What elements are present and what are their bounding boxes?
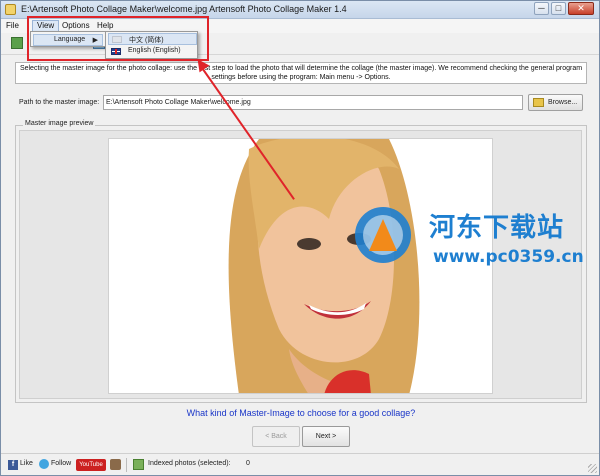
twitter-icon[interactable] bbox=[39, 459, 49, 469]
language-option-label: 中文 (简体) bbox=[129, 37, 164, 44]
submenu-arrow-icon: ▶ bbox=[92, 37, 98, 44]
watermark-url: www.pc0359.cn bbox=[433, 247, 584, 267]
browse-label: Browse... bbox=[548, 99, 578, 106]
indexed-photos-label: Indexed photos (selected): bbox=[148, 460, 231, 467]
title-bar[interactable]: E:\Artensoft Photo Collage Maker\welcome… bbox=[1, 1, 599, 19]
language-option-chinese[interactable]: 中文 (简体) bbox=[108, 33, 197, 45]
app-icon bbox=[5, 4, 16, 15]
window-controls: ─ □ ✕ bbox=[534, 2, 594, 15]
minimize-button[interactable]: ─ bbox=[534, 2, 549, 15]
window-title: E:\Artensoft Photo Collage Maker\welcome… bbox=[21, 4, 347, 14]
instructions-panel: Selecting the master image for the photo… bbox=[15, 62, 587, 84]
resize-grip[interactable] bbox=[588, 464, 597, 473]
master-image-help-link[interactable]: What kind of Master-Image to choose for … bbox=[1, 408, 600, 418]
menu-help[interactable]: Help bbox=[97, 21, 113, 30]
next-button[interactable]: Next > bbox=[302, 426, 350, 447]
app-window: E:\Artensoft Photo Collage Maker\welcome… bbox=[0, 0, 600, 476]
language-option-label: English (English) bbox=[128, 47, 181, 54]
watermark-site-name: 河东下载站 bbox=[429, 213, 565, 243]
close-button[interactable]: ✕ bbox=[568, 2, 594, 15]
indexed-photos-icon bbox=[133, 459, 144, 470]
master-image-path-input[interactable]: E:\Artensoft Photo Collage Maker\welcome… bbox=[103, 95, 523, 110]
language-menu-label: Language bbox=[54, 36, 86, 43]
language-option-english[interactable]: English (English) bbox=[108, 46, 197, 58]
path-label: Path to the master image: bbox=[19, 99, 100, 106]
facebook-icon[interactable]: f bbox=[8, 460, 18, 470]
status-bar: f Like Follow YouTube Indexed photos (se… bbox=[1, 453, 599, 475]
browse-button[interactable]: Browse... bbox=[528, 94, 583, 111]
folder-icon bbox=[533, 98, 544, 107]
language-submenu: 中文 (简体) English (English) bbox=[105, 31, 198, 59]
china-flag-icon bbox=[112, 36, 122, 43]
status-divider bbox=[126, 458, 127, 472]
back-button[interactable]: < Back bbox=[252, 426, 300, 447]
instructions-text: Selecting the master image for the photo… bbox=[19, 65, 583, 81]
preview-legend: Master image preview bbox=[23, 120, 96, 127]
maximize-button[interactable]: □ bbox=[551, 2, 566, 15]
uk-flag-icon bbox=[111, 48, 121, 55]
view-menu-dropdown: Language ▶ bbox=[30, 31, 106, 47]
youtube-icon[interactable]: YouTube bbox=[76, 459, 106, 471]
menu-file[interactable]: File bbox=[6, 21, 19, 30]
instagram-icon[interactable] bbox=[110, 459, 121, 470]
language-menu-item[interactable]: Language ▶ bbox=[33, 34, 103, 46]
twitter-follow-link[interactable]: Follow bbox=[51, 460, 71, 467]
facebook-like-link[interactable]: Like bbox=[20, 460, 33, 467]
indexed-photos-count: 0 bbox=[246, 460, 250, 467]
open-image-icon[interactable] bbox=[11, 37, 23, 49]
watermark-logo-icon bbox=[355, 207, 411, 263]
menu-options[interactable]: Options bbox=[62, 21, 90, 30]
